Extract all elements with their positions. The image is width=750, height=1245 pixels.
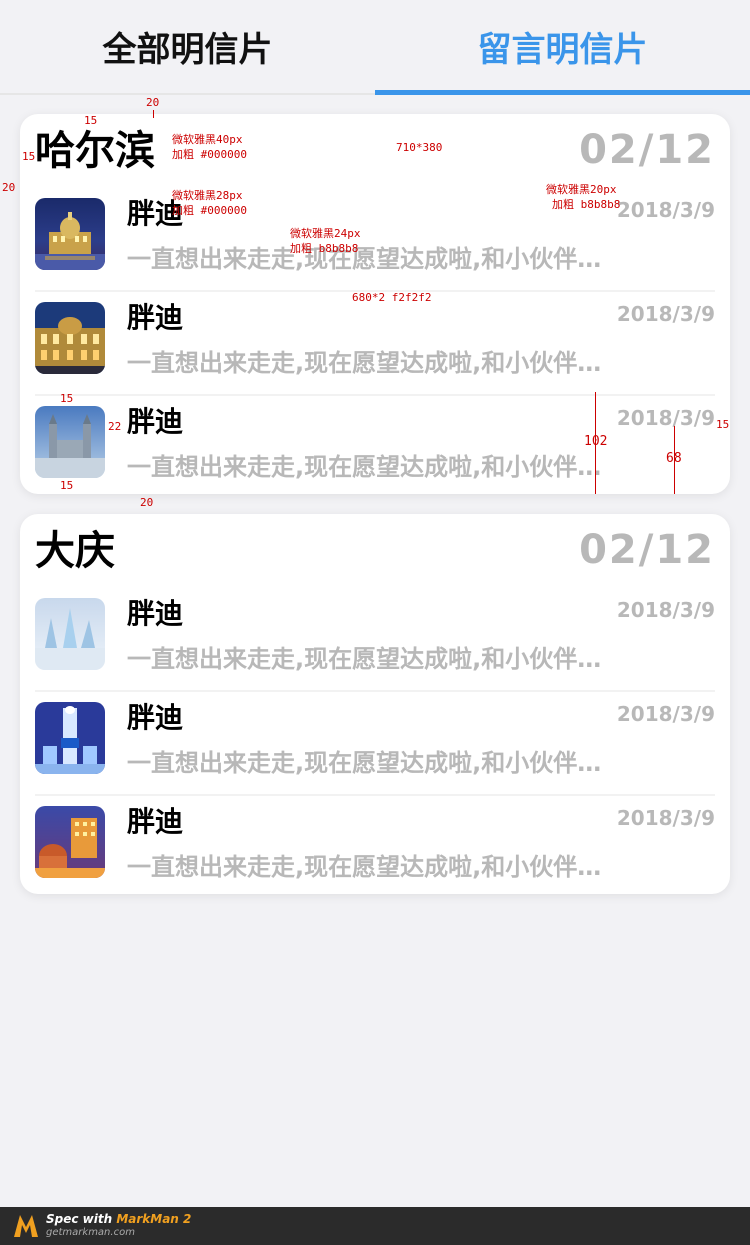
sender-name: 胖迪: [127, 405, 184, 438]
postcard-row[interactable]: 胖迪 2018/3/9 一直想出来走走,现在愿望达成啦,和小伙伴一起: [35, 292, 715, 396]
postcard-row[interactable]: 胖迪 2018/3/9 一直想出来走走,现在愿望达成啦,和小伙伴一起: [35, 692, 715, 796]
postcard-message: 一直想出来走走,现在愿望达成啦,和小伙伴一起: [127, 645, 617, 673]
postcard-message: 一直想出来走走,现在愿望达成啦,和小伙伴一起: [127, 245, 617, 273]
spec-size-label: 680*2 f2f2f2: [352, 291, 432, 304]
postcard-date: 2018/3/9: [616, 806, 715, 830]
spec-measure-line: [153, 110, 154, 118]
postcard-thumbnail: [35, 406, 105, 478]
postcard-date: 2018/3/9: [616, 406, 715, 430]
sender-name: 胖迪: [127, 701, 184, 734]
spec-gap-label: 20: [140, 496, 154, 509]
postcard-row[interactable]: 胖迪 2018/3/9 一直想出来走走,现在愿望达成啦,和小伙伴一起: [35, 588, 715, 692]
postcard-message: 一直想出来走走,现在愿望达成啦,和小伙伴一起: [127, 853, 617, 881]
page: 全部明信片 留言明信片 哈尔滨 02/12 胖迪 2018/3/9 一直想出来走…: [0, 0, 750, 1245]
footer-url[interactable]: getmarkman.com: [46, 1226, 191, 1239]
spec-font-label: 微软雅黑28px: [172, 189, 243, 202]
sender-name: 胖迪: [127, 597, 184, 630]
footer-title: Spec with MarkMan 2: [46, 1212, 192, 1226]
postcard-date: 2018/3/9: [616, 302, 715, 326]
postcard-date: 2018/3/9: [616, 598, 715, 622]
postcard-date: 2018/3/9: [616, 198, 715, 222]
postcard-thumbnail: [35, 598, 105, 670]
tab-all-postcards[interactable]: 全部明信片: [0, 0, 375, 93]
postcard-thumbnail: [35, 702, 105, 774]
spec-font-label: 微软雅黑20px: [546, 183, 617, 196]
spec-size-label: 710*380: [396, 141, 443, 154]
spec-height-label: 102: [584, 434, 608, 449]
card-count: 02/12: [579, 127, 715, 173]
postcard-thumbnail: [35, 198, 105, 270]
markman-logo-icon: [12, 1213, 40, 1239]
tab-message-postcards[interactable]: 留言明信片: [375, 0, 750, 95]
spec-font-label: 加粗 #000000: [172, 148, 247, 161]
spec-gap-label: 15: [22, 150, 36, 163]
sender-name: 胖迪: [127, 301, 184, 334]
postcard-row[interactable]: 胖迪 2018/3/9 一直想出来走走,现在愿望达成啦,和小伙伴一起: [35, 396, 715, 494]
spec-gap-label: 20: [146, 96, 160, 109]
city-card: 大庆 02/12 胖迪 2018/3/9 一直想出来走走,现在愿望达成啦,和小伙…: [20, 514, 730, 894]
spec-gap-label: 22: [108, 420, 122, 433]
markman-footer: Spec with MarkMan 2 getmarkman.com: [0, 1207, 750, 1245]
spec-font-label: 微软雅黑24px: [290, 227, 361, 240]
card-count: 02/12: [579, 527, 715, 573]
postcard-list: 胖迪 2018/3/9 一直想出来走走,现在愿望达成啦,和小伙伴一起 胖迪 20…: [35, 188, 715, 494]
card-header: 哈尔滨 02/12: [35, 114, 715, 188]
spec-font-label: 加粗 #000000: [172, 204, 247, 217]
spec-gap-label: 20: [2, 181, 16, 194]
sender-name: 胖迪: [127, 805, 184, 838]
spec-font-label: 加粗 b8b8b8: [552, 198, 621, 211]
spec-gap-label: 15: [84, 114, 98, 127]
card-title: 大庆: [35, 528, 115, 574]
spec-gap-label: 15: [60, 479, 74, 492]
postcard-message: 一直想出来走走,现在愿望达成啦,和小伙伴一起: [127, 453, 617, 481]
postcard-row[interactable]: 胖迪 2018/3/9 一直想出来走走,现在愿望达成啦,和小伙伴一起: [35, 796, 715, 894]
postcard-thumbnail: [35, 302, 105, 374]
postcard-message: 一直想出来走走,现在愿望达成啦,和小伙伴一起: [127, 749, 617, 777]
card-header: 大庆 02/12: [35, 514, 715, 588]
postcard-list: 胖迪 2018/3/9 一直想出来走走,现在愿望达成啦,和小伙伴一起 胖迪 20…: [35, 588, 715, 894]
tab-bar: 全部明信片 留言明信片: [0, 0, 750, 95]
spec-font-label: 加粗 b8b8b8: [290, 242, 359, 255]
card-title: 哈尔滨: [35, 128, 155, 174]
postcard-thumbnail: [35, 806, 105, 878]
spec-height-label: 68: [666, 451, 682, 466]
spec-font-label: 微软雅黑40px: [172, 133, 243, 146]
spec-gap-label: 15: [60, 392, 74, 405]
spec-gap-label: 15: [716, 418, 730, 431]
postcard-date: 2018/3/9: [616, 702, 715, 726]
postcard-message: 一直想出来走走,现在愿望达成啦,和小伙伴一起: [127, 349, 617, 377]
